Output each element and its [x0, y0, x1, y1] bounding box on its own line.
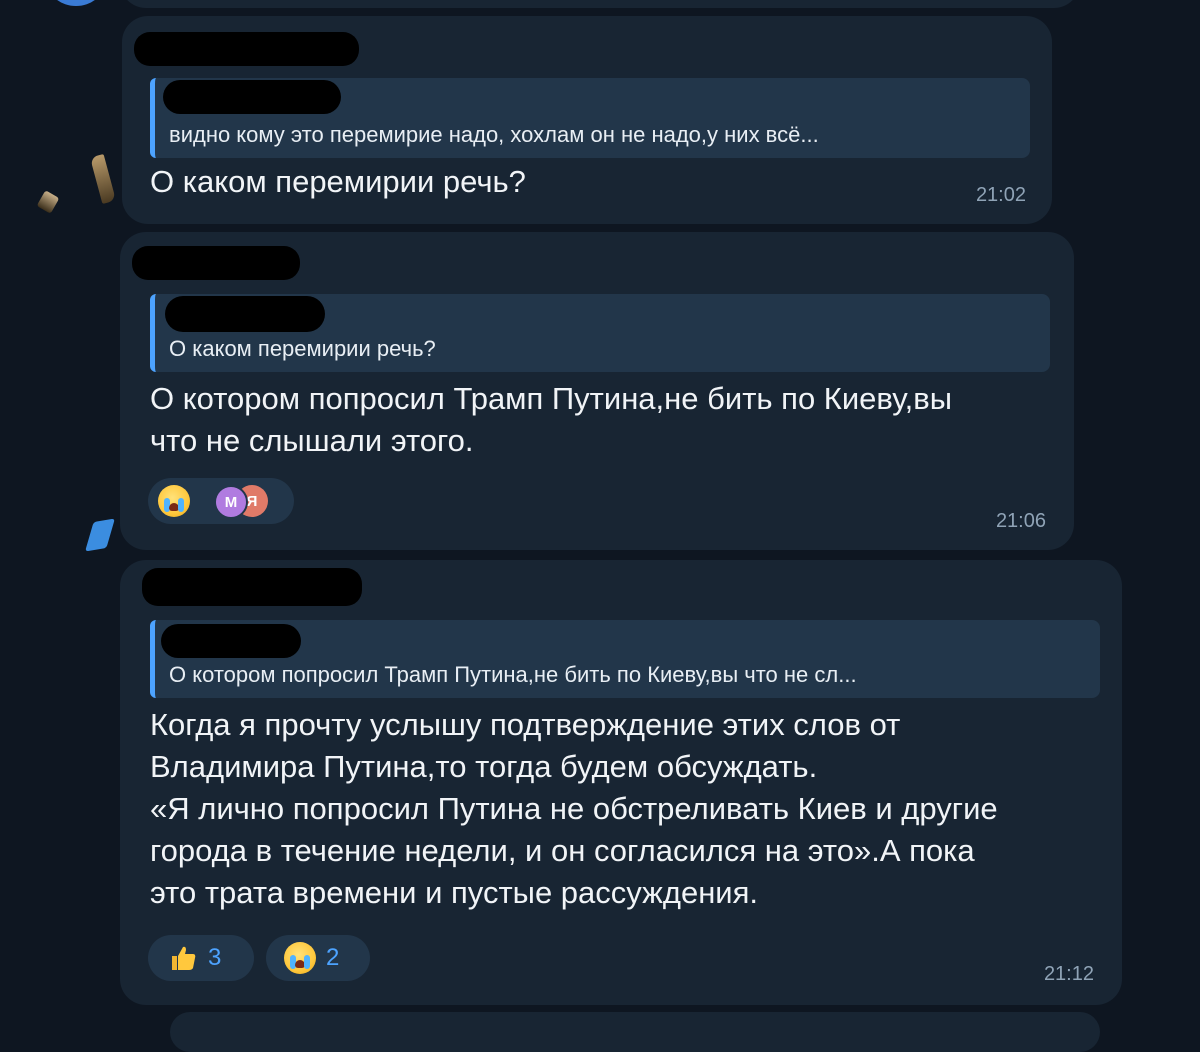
reply-quote[interactable]: О котором попросил Трамп Путина,не бить … [150, 620, 1100, 698]
crying-face-icon [158, 485, 190, 517]
reaction-thumbs-up[interactable]: 3 [148, 935, 254, 981]
reaction-count: 2 [326, 944, 340, 971]
message-bubble[interactable]: О котором попросил Трамп Путина,не бить … [120, 560, 1122, 1005]
message-text: О котором попросил Трамп Путина,не бить … [150, 381, 952, 458]
quote-text: видно кому это перемирие надо, хохлам он… [169, 122, 819, 147]
message-time: 21:12 [1043, 963, 1094, 985]
reaction-crying[interactable]: 2 [266, 935, 370, 981]
reactor-avatar: М [214, 485, 248, 519]
quote-author-redacted [161, 624, 301, 658]
reply-quote[interactable]: видно кому это перемирие надо, хохлам он… [150, 78, 1030, 158]
quote-author-redacted [165, 296, 325, 332]
next-message-bubble [170, 1012, 1100, 1052]
message-time: 21:06 [995, 510, 1046, 532]
message-bubble[interactable]: О каком перемирии речь? О котором попрос… [120, 232, 1074, 550]
sender-name-redacted [132, 246, 300, 280]
reaction-count: 3 [208, 944, 222, 971]
crying-face-icon [284, 942, 316, 974]
sender-name-redacted [134, 32, 359, 66]
message-text: О каком перемирии речь? [150, 164, 526, 199]
quote-author-redacted [163, 80, 341, 114]
sender-name-redacted [142, 568, 362, 606]
reaction-pill[interactable]: Я М [148, 478, 294, 524]
previous-message-bubble [120, 0, 1080, 8]
quote-text: О каком перемирии речь? [169, 336, 436, 361]
quote-text: О котором попросил Трамп Путина,не бить … [169, 662, 857, 687]
avatar-partial [48, 0, 104, 6]
sticker-fragment [85, 518, 115, 552]
sticker-fragment [90, 154, 116, 204]
message-bubble[interactable]: видно кому это перемирие надо, хохлам он… [122, 16, 1052, 224]
reply-quote[interactable]: О каком перемирии речь? [150, 294, 1050, 372]
message-text: Когда я прочту услышу подтверждение этих… [150, 707, 998, 910]
thumbs-up-icon [168, 943, 198, 973]
sticker-fragment [36, 190, 60, 214]
message-time: 21:02 [975, 184, 1026, 206]
